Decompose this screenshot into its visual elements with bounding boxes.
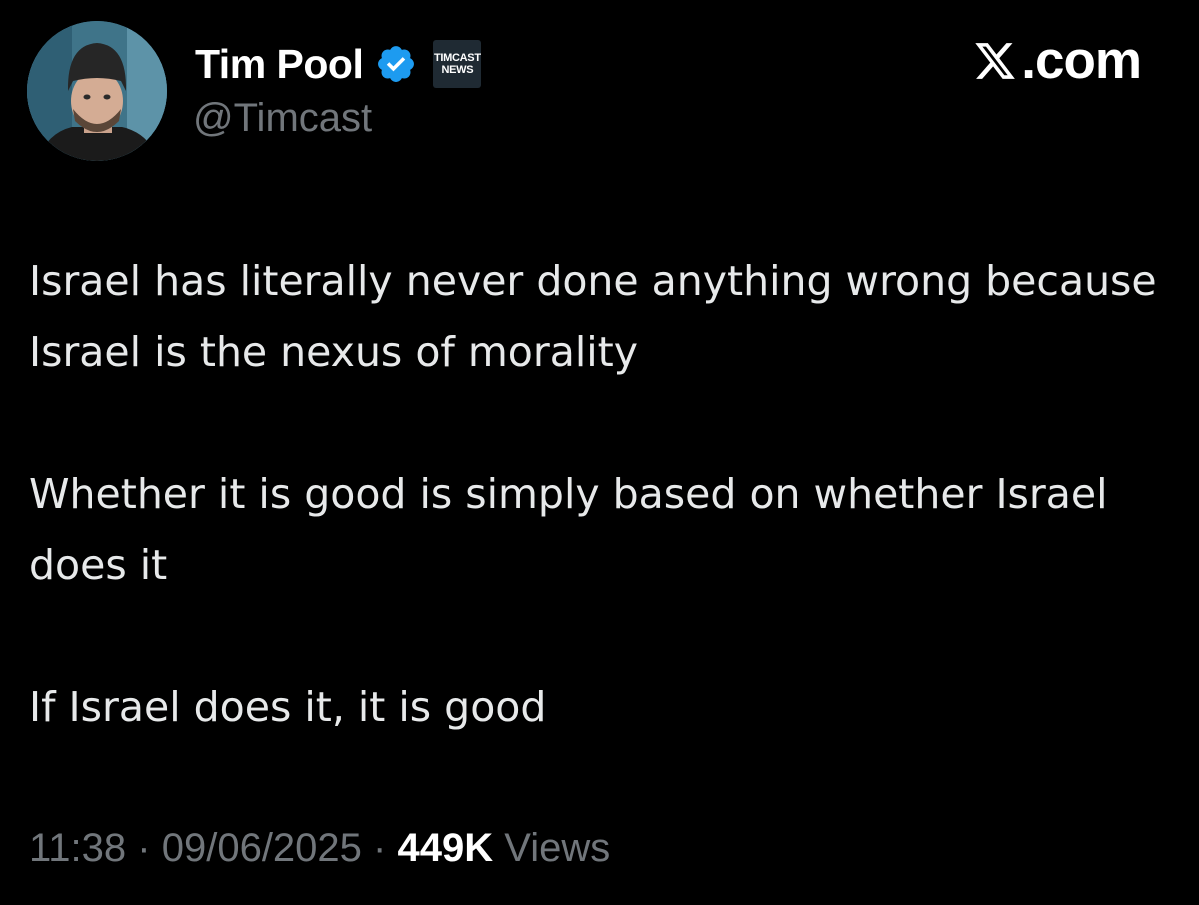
views-count[interactable]: 449K bbox=[398, 826, 494, 870]
author-name-row: Tim Pool TIMCAST NEWS bbox=[195, 38, 482, 90]
verified-check-icon[interactable] bbox=[375, 43, 417, 85]
tweet-date[interactable]: 09/06/2025 bbox=[162, 826, 362, 870]
author-handle[interactable]: @Timcast bbox=[193, 98, 372, 138]
meta-separator: · bbox=[373, 826, 387, 870]
avatar-photo bbox=[27, 21, 167, 161]
tweet-paragraph-1: Israel has literally never done anything… bbox=[29, 257, 1157, 376]
tweet-card: Tim Pool TIMCAST NEWS @Timcast .com Isra… bbox=[0, 0, 1199, 905]
affiliate-badge-line2: NEWS bbox=[441, 63, 474, 76]
brand-label: .com bbox=[1021, 31, 1142, 90]
avatar[interactable] bbox=[27, 21, 167, 161]
affiliate-badge[interactable]: TIMCAST NEWS bbox=[433, 40, 482, 88]
meta-separator: · bbox=[137, 826, 151, 870]
x-logo-icon bbox=[975, 42, 1016, 79]
views-label: Views bbox=[504, 826, 611, 870]
tweet-meta: 11:38 · 09/06/2025 · 449K Views bbox=[29, 828, 610, 868]
tweet-time[interactable]: 11:38 bbox=[29, 826, 126, 870]
brand-watermark: .com bbox=[973, 31, 1142, 90]
affiliate-badge-line1: TIMCAST bbox=[433, 51, 481, 64]
tweet-text: Israel has literally never done anything… bbox=[29, 246, 1159, 743]
tweet-paragraph-2: Whether it is good is simply based on wh… bbox=[29, 470, 1108, 589]
tweet-paragraph-3: If Israel does it, it is good bbox=[29, 683, 547, 731]
display-name[interactable]: Tim Pool bbox=[195, 43, 364, 85]
